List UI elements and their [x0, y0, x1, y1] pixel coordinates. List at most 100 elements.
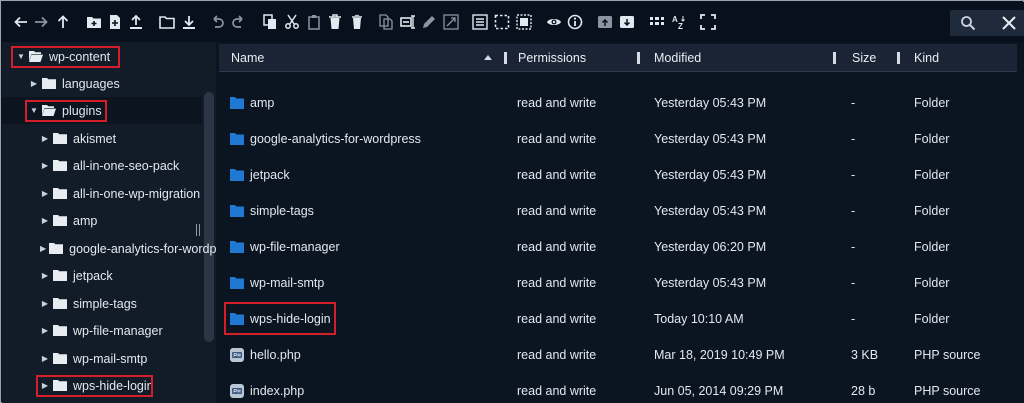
tree-item[interactable]: ▶ jetpack: [2, 262, 202, 289]
fullscreen-icon[interactable]: [699, 13, 717, 31]
upload-icon[interactable]: [127, 13, 145, 31]
resize-icon[interactable]: [442, 13, 460, 31]
caret-right-icon[interactable]: ▶: [40, 299, 50, 309]
search-input[interactable]: [980, 14, 996, 32]
tree-folder: [50, 160, 73, 171]
folder-icon: [230, 277, 244, 289]
cell-permissions: read and write: [517, 240, 597, 254]
column-resize-handle[interactable]: [637, 52, 640, 64]
folder-open-icon: [42, 105, 56, 116]
caret-right-icon[interactable]: ▶: [40, 326, 50, 336]
column-modified-header[interactable]: Modified: [654, 44, 701, 72]
tree-item[interactable]: ▶ wps-hide-login: [2, 372, 202, 399]
caret-right-icon[interactable]: ▶: [40, 271, 50, 281]
tree-item[interactable]: ▶ languages: [2, 70, 202, 97]
sidebar-scrollbar[interactable]: [204, 92, 214, 342]
redo-icon[interactable]: [230, 13, 248, 31]
tree-item-label: simple-tags: [73, 296, 137, 311]
tree-item[interactable]: ▼ plugins: [2, 97, 202, 124]
table-row[interactable]: wp-mail-smtp read and write Yesterday 05:4…: [219, 265, 1017, 301]
empty-icon[interactable]: [348, 13, 366, 31]
file-list: Name Permissions Modified Size Kind amp read …: [219, 42, 1024, 403]
column-resize-handle[interactable]: [504, 52, 507, 64]
tree-item[interactable]: ▶ amp: [2, 207, 202, 234]
column-resize-handle[interactable]: [833, 52, 836, 64]
caret-right-icon[interactable]: ▶: [40, 381, 50, 391]
column-resize-handle[interactable]: [897, 52, 900, 64]
new-file-icon[interactable]: [106, 13, 124, 31]
caret-down-icon[interactable]: ▼: [16, 52, 26, 62]
cell-name: hello.php: [250, 348, 301, 362]
delete-icon[interactable]: [326, 13, 344, 31]
invert-selection-icon[interactable]: [515, 13, 533, 31]
caret-right-icon[interactable]: ▶: [29, 79, 39, 89]
back-icon[interactable]: [12, 13, 30, 31]
caret-down-icon[interactable]: ▼: [29, 106, 39, 116]
preview-icon[interactable]: [545, 13, 563, 31]
tree-folder: [26, 51, 49, 62]
php-file-icon: [230, 348, 244, 362]
sort-icon[interactable]: AZ: [670, 13, 688, 31]
cut-icon[interactable]: [283, 13, 301, 31]
select-all-icon[interactable]: [471, 13, 489, 31]
column-name-header[interactable]: Name: [231, 44, 264, 72]
open-icon[interactable]: [158, 13, 176, 31]
caret-right-icon[interactable]: ▶: [40, 189, 50, 199]
new-folder-icon[interactable]: [85, 13, 103, 31]
parent-folder-icon[interactable]: [54, 13, 72, 31]
folder-icon: [42, 78, 56, 89]
column-size-header[interactable]: Size: [852, 44, 876, 72]
tree-item[interactable]: ▶google-analytics-for-wordpress: [2, 235, 216, 262]
forward-icon[interactable]: [32, 13, 50, 31]
info-icon[interactable]: [566, 13, 584, 31]
caret-right-icon[interactable]: ▶: [40, 134, 50, 144]
tree-item[interactable]: ▶ wp-file-manager: [2, 317, 202, 344]
file-list-scrollbar[interactable]: [1017, 44, 1024, 403]
tree-item-label: google-analytics-for-wordpress: [69, 241, 216, 256]
column-permissions-header[interactable]: Permissions: [518, 44, 586, 72]
column-kind-header[interactable]: Kind: [914, 44, 939, 72]
tree-item-label: jetpack: [73, 268, 113, 283]
extract-icon[interactable]: [596, 13, 614, 31]
clear-search-icon[interactable]: [1000, 14, 1018, 32]
undo-icon[interactable]: [208, 13, 226, 31]
tree-folder: [50, 380, 73, 391]
tree-item[interactable]: ▶ all-in-one-wp-migration: [2, 180, 202, 207]
folder-icon: [230, 133, 244, 145]
table-row[interactable]: amp read and write Yesterday 05:43 PM - Fold…: [219, 85, 1017, 121]
copy-icon[interactable]: [261, 13, 279, 31]
table-row[interactable]: simple-tags read and write Yesterday 05:43…: [219, 193, 1017, 229]
cell-permissions: read and write: [517, 96, 597, 110]
download-icon[interactable]: [180, 13, 198, 31]
cell-modified: Yesterday 05:43 PM: [654, 96, 767, 110]
table-row[interactable]: google-analytics-for-wordpress read and w…: [219, 121, 1017, 157]
svg-text:Z: Z: [678, 22, 683, 30]
tree-item-label: languages: [62, 76, 120, 91]
search-box[interactable]: [950, 10, 1024, 36]
archive-icon[interactable]: [618, 13, 636, 31]
tree-item[interactable]: ▶ simple-tags: [2, 290, 202, 317]
view-icon[interactable]: [648, 13, 666, 31]
table-row[interactable]: hello.php read and write Mar 18, 2019 10:4…: [219, 337, 1017, 373]
table-row[interactable]: wp-file-manager read and write Yesterday 0…: [219, 229, 1017, 265]
rename-icon[interactable]: [399, 13, 417, 31]
table-row[interactable]: jetpack read and write Yesterday 05:43 PM -…: [219, 157, 1017, 193]
cell-kind: Folder: [914, 168, 950, 182]
caret-right-icon[interactable]: ▶: [40, 216, 50, 226]
cell-kind: Folder: [914, 240, 950, 254]
folder-icon: [53, 270, 67, 281]
table-row[interactable]: wps-hide-login read and write Today 10:10 …: [219, 301, 1017, 337]
tree-folder: [46, 243, 69, 254]
duplicate-icon[interactable]: [377, 13, 395, 31]
folder-icon: [53, 298, 67, 309]
select-none-icon[interactable]: [493, 13, 511, 31]
caret-right-icon[interactable]: ▶: [40, 161, 50, 171]
tree-item[interactable]: ▶ all-in-one-seo-pack: [2, 152, 202, 179]
tree-item[interactable]: ▼ wp-content: [2, 43, 202, 70]
tree-item[interactable]: ▶ akismet: [2, 125, 202, 152]
tree-item[interactable]: ▶ wp-mail-smtp: [2, 345, 202, 372]
edit-icon[interactable]: [420, 13, 438, 31]
caret-right-icon[interactable]: ▶: [40, 354, 50, 364]
table-row[interactable]: index.php read and write Jun 05, 2014 09:2…: [219, 373, 1017, 403]
paste-icon[interactable]: [305, 13, 323, 31]
